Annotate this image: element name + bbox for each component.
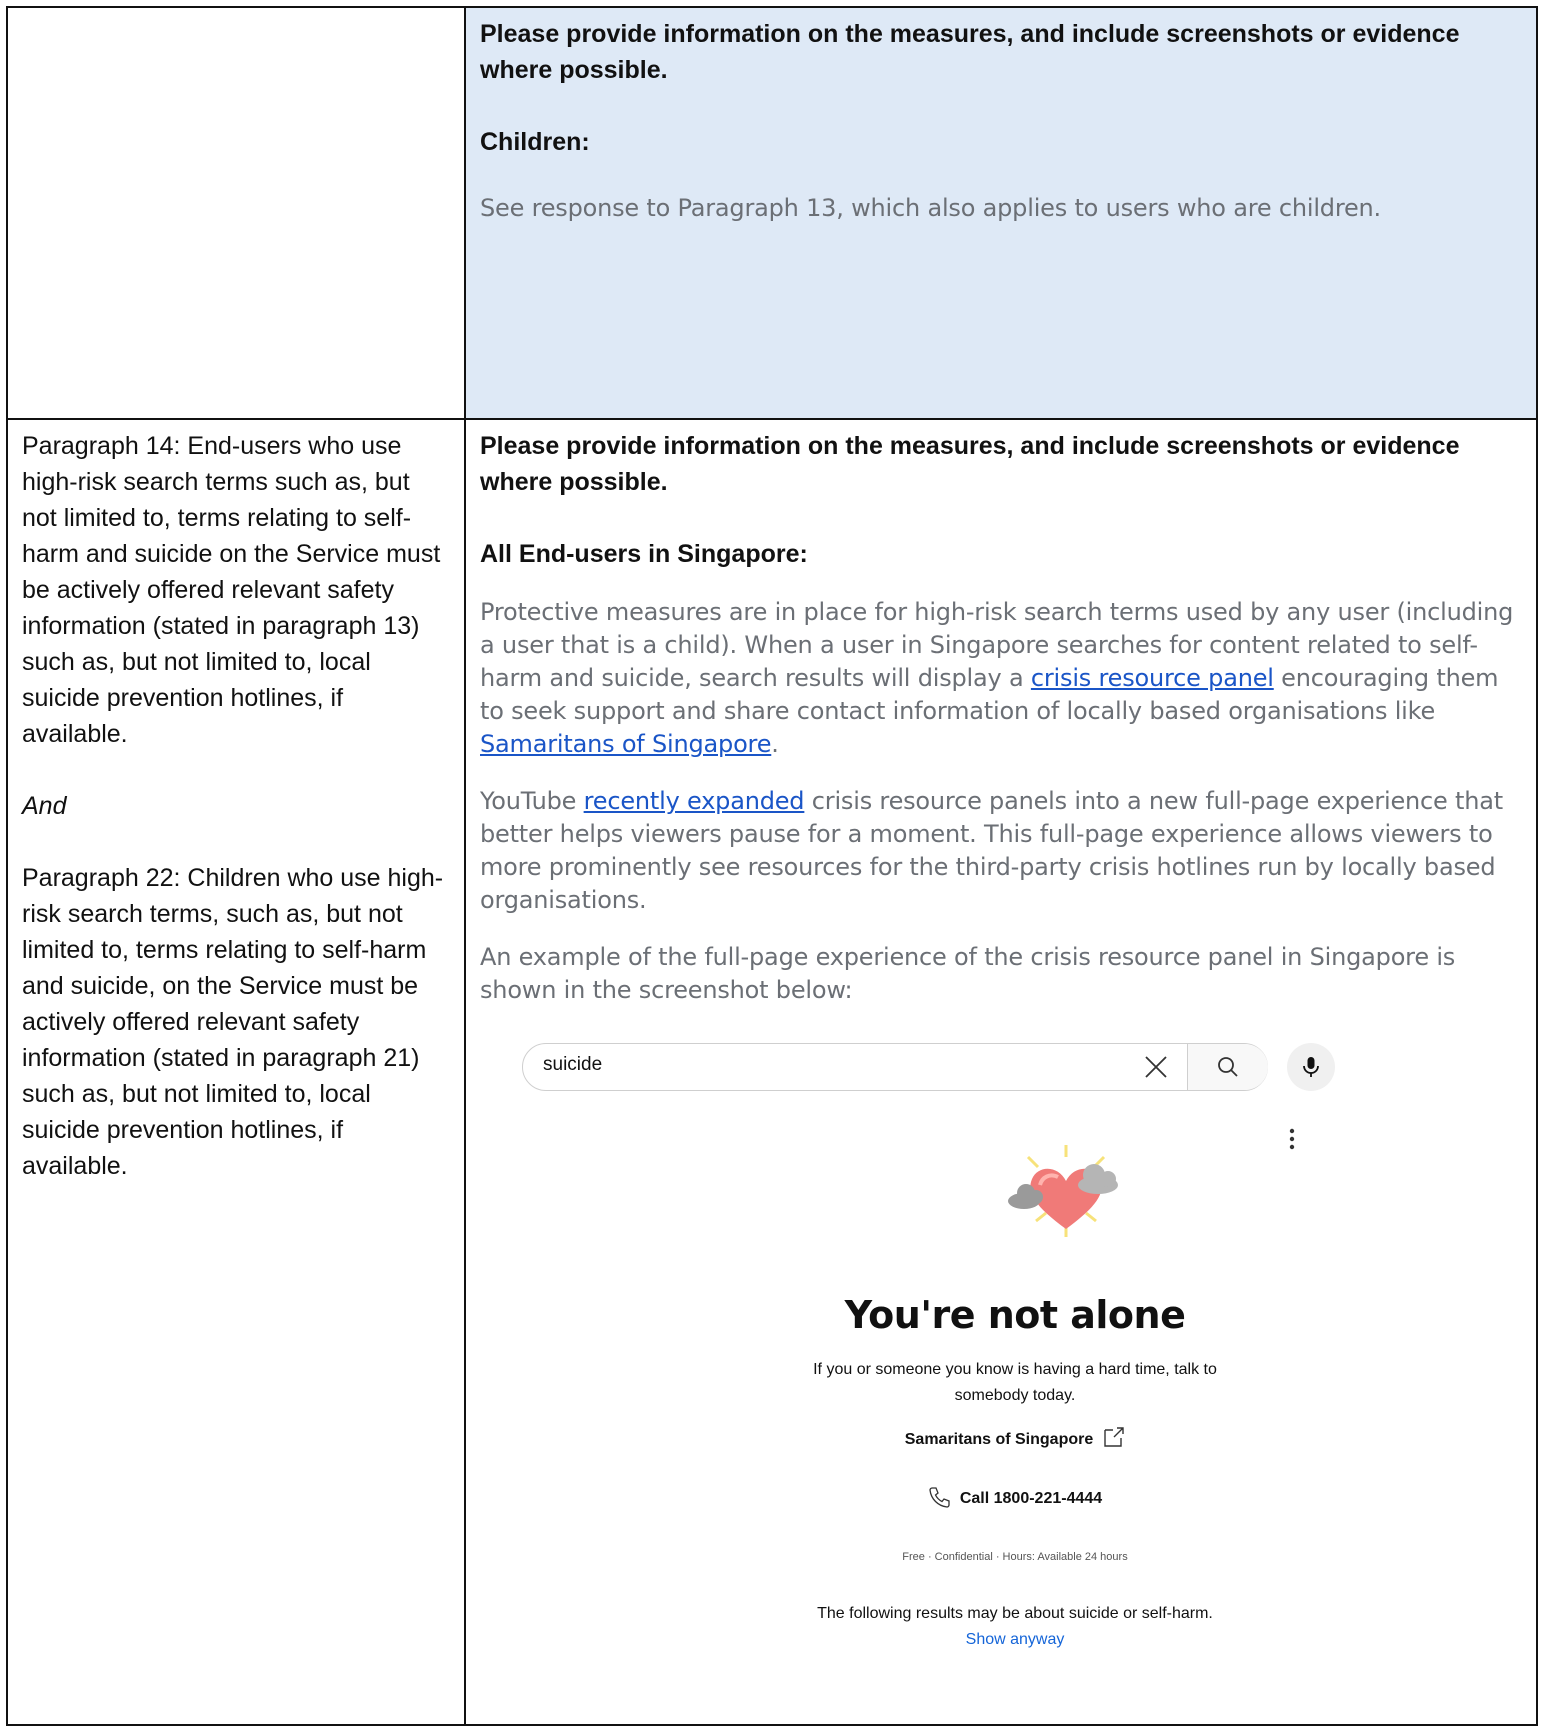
youtube-expansion-paragraph: YouTube recently expanded crisis resourc…: [480, 787, 1503, 914]
results-notice: The following results may be about suici…: [817, 1605, 1213, 1622]
org-name[interactable]: Samaritans of Singapore: [905, 1431, 1094, 1448]
call-hotline-row[interactable]: Call 1800-221-4444: [480, 1486, 1544, 1508]
more-vert-icon[interactable]: [1288, 1127, 1296, 1156]
external-link-icon: [1104, 1427, 1124, 1447]
children-response: See response to Paragraph 13, which also…: [480, 194, 1381, 222]
and-text: And: [22, 792, 67, 820]
panel-title: You're not alone: [844, 1293, 1186, 1337]
question-heading: Please provide information on the measur…: [480, 20, 1460, 84]
voice-search-button[interactable]: [1287, 1043, 1335, 1091]
microphone-icon: [1303, 1057, 1319, 1077]
all-users-subheading: All End-users in Singapore:: [480, 540, 808, 568]
paragraph-14-text: Paragraph 14: End-users who use high-ris…: [22, 432, 441, 748]
example-intro-paragraph: An example of the full-page experience o…: [480, 943, 1456, 1004]
search-input[interactable]: suicide: [543, 1054, 602, 1076]
right-cell-children: Please provide information on the measur…: [464, 6, 1538, 420]
children-subheading: Children:: [480, 128, 590, 156]
heart-cloud-illustration: [1006, 1141, 1126, 1246]
left-cell-requirements: Paragraph 14: End-users who use high-ris…: [6, 418, 466, 1726]
crisis-panel-screenshot: suicide You're not alone If you or someo…: [480, 1017, 1522, 1717]
show-anyway-link[interactable]: Show anyway: [480, 1631, 1544, 1649]
search-box[interactable]: suicide: [522, 1043, 1268, 1091]
panel-subtitle: If you or someone you know is having a h…: [813, 1361, 1217, 1404]
recently-expanded-link[interactable]: recently expanded: [584, 787, 805, 815]
left-cell-empty: [6, 6, 466, 420]
paragraph-22-text: Paragraph 22: Children who use high-risk…: [22, 864, 444, 1180]
document-table: Please provide information on the measur…: [6, 6, 1538, 1726]
samaritans-link-row[interactable]: Samaritans of Singapore: [480, 1426, 1544, 1449]
search-icon: [1218, 1057, 1238, 1077]
clear-icon[interactable]: [1143, 1054, 1169, 1085]
call-label[interactable]: Call 1800-221-4444: [960, 1490, 1102, 1507]
table-row-paragraph-14: Paragraph 14: End-users who use high-ris…: [6, 418, 1538, 1726]
question-heading: Please provide information on the measur…: [480, 432, 1460, 496]
crisis-resource-panel-link[interactable]: crisis resource panel: [1031, 664, 1274, 692]
phone-icon: [929, 1487, 950, 1508]
hours-text: Free · Confidential · Hours: Available 2…: [902, 1551, 1128, 1563]
samaritans-of-singapore-link[interactable]: Samaritans of Singapore: [480, 730, 771, 758]
search-button[interactable]: [1187, 1044, 1268, 1090]
table-row-children: Please provide information on the measur…: [6, 6, 1538, 420]
protective-measures-paragraph: Protective measures are in place for hig…: [480, 598, 1514, 758]
right-cell-measures: Please provide information on the measur…: [464, 418, 1538, 1726]
